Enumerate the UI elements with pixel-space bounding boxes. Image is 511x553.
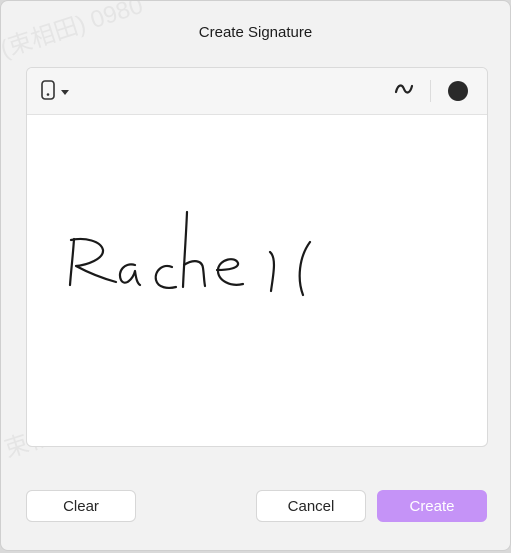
dialog-title: Create Signature <box>198 24 313 41</box>
signature-drawing <box>68 210 312 297</box>
stroke-style-button[interactable] <box>391 79 417 103</box>
signature-canvas[interactable] <box>27 115 487 446</box>
ink-color-picker[interactable] <box>448 81 468 101</box>
input-device-dropdown[interactable] <box>41 79 83 105</box>
signature-panel <box>26 67 488 447</box>
signature-toolbar <box>27 68 487 115</box>
cancel-button[interactable]: Cancel <box>256 490 366 522</box>
caret-down-icon <box>61 83 69 101</box>
create-button[interactable]: Create <box>377 490 487 522</box>
clear-button[interactable]: Clear <box>26 490 136 522</box>
mobile-device-icon <box>41 79 55 105</box>
stroke-style-icon <box>394 82 414 101</box>
toolbar-divider <box>430 80 431 102</box>
create-signature-dialog: (束相田) 0980 Rachel (束相田) 束相田) 0980 Create… <box>0 0 511 551</box>
